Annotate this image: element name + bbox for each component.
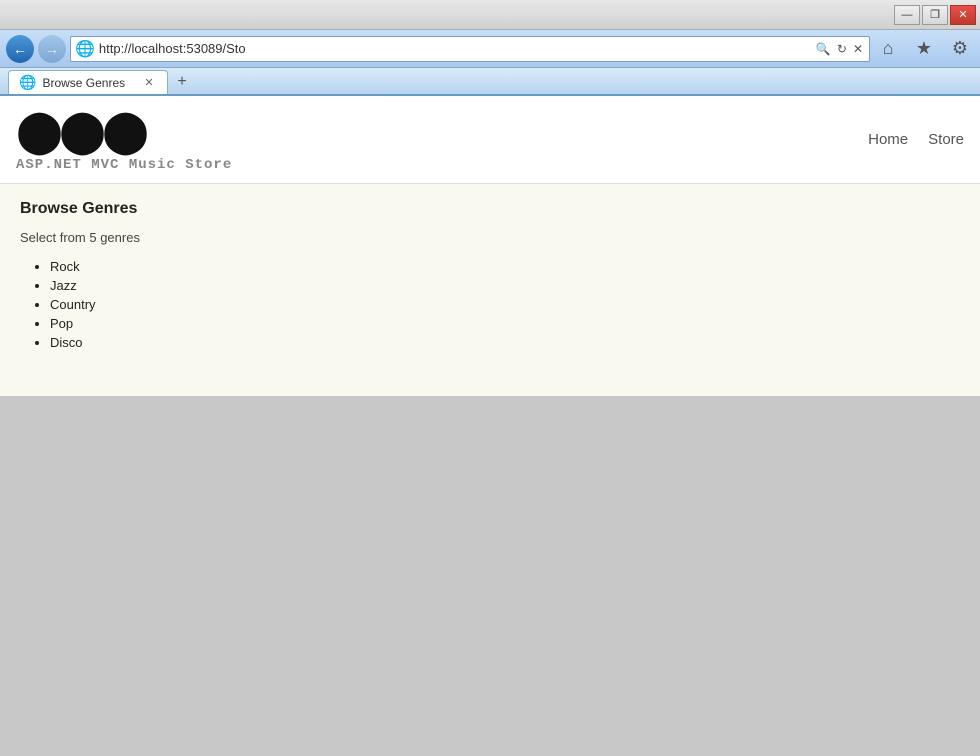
- genre-count-subtitle: Select from 5 genres: [20, 230, 960, 245]
- vinyl-logo-icon: ⬤⬤⬤: [16, 106, 232, 155]
- home-nav-link[interactable]: Home: [868, 131, 908, 148]
- browser-window: — ❐ ✕ ← → 🌐 🔍 ↻ ✕ ⌂ ★ ⚙ 🌐 Browse Genres: [0, 0, 980, 756]
- refresh-icon-btn[interactable]: ↻: [835, 41, 849, 57]
- genre-item-pop[interactable]: Pop: [50, 316, 960, 331]
- address-input[interactable]: [99, 41, 810, 56]
- store-nav-link[interactable]: Store: [928, 131, 964, 148]
- tab-bar: 🌐 Browse Genres ✕ +: [0, 68, 980, 96]
- nav-bar: ← → 🌐 🔍 ↻ ✕ ⌂ ★ ⚙: [0, 30, 980, 68]
- minimize-button[interactable]: —: [894, 5, 920, 25]
- forward-button[interactable]: →: [38, 35, 66, 63]
- site-header: ⬤⬤⬤ ASP.NET MVC Music Store Home Store: [0, 96, 980, 184]
- page-title: Browse Genres: [20, 200, 960, 218]
- genre-item-rock[interactable]: Rock: [50, 259, 960, 274]
- stop-icon-btn[interactable]: ✕: [851, 41, 865, 57]
- back-button[interactable]: ←: [6, 35, 34, 63]
- search-icon-btn[interactable]: 🔍: [814, 41, 833, 57]
- address-bar: 🌐 🔍 ↻ ✕: [70, 36, 870, 62]
- ie-logo-icon: 🌐: [75, 39, 95, 59]
- site-name: ASP.NET MVC Music Store: [16, 157, 232, 173]
- title-bar-buttons: — ❐ ✕: [894, 5, 976, 25]
- close-button[interactable]: ✕: [950, 5, 976, 25]
- home-icon-btn[interactable]: ⌂: [874, 35, 902, 63]
- genre-item-jazz[interactable]: Jazz: [50, 278, 960, 293]
- new-tab-button[interactable]: +: [168, 70, 196, 94]
- address-icons: 🔍 ↻ ✕: [814, 41, 865, 57]
- site-nav: Home Store: [868, 131, 964, 148]
- webpage: ⬤⬤⬤ ASP.NET MVC Music Store Home Store B…: [0, 96, 980, 756]
- tab-title: Browse Genres: [42, 76, 125, 90]
- favorites-icon-btn[interactable]: ★: [910, 35, 938, 63]
- genre-item-country[interactable]: Country: [50, 297, 960, 312]
- settings-icon-btn[interactable]: ⚙: [946, 35, 974, 63]
- active-tab[interactable]: 🌐 Browse Genres ✕: [8, 70, 168, 94]
- page-content: Browse Genres Select from 5 genres Rock …: [0, 184, 980, 396]
- top-icons: ⌂ ★ ⚙: [874, 35, 974, 63]
- title-bar: — ❐ ✕: [0, 0, 980, 30]
- grey-footer-area: [0, 396, 980, 756]
- genre-item-disco[interactable]: Disco: [50, 335, 960, 350]
- tab-close-button[interactable]: ✕: [141, 75, 157, 91]
- tab-ie-icon: 🌐: [19, 74, 36, 91]
- genre-list: Rock Jazz Country Pop Disco: [20, 259, 960, 350]
- restore-button[interactable]: ❐: [922, 5, 948, 25]
- site-logo-area: ⬤⬤⬤ ASP.NET MVC Music Store: [16, 106, 232, 173]
